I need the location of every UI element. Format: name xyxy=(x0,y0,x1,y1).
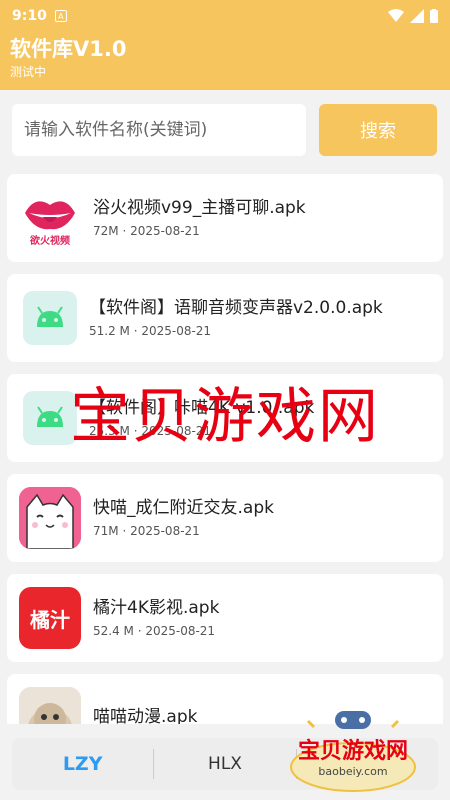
app-name: 快喵_成仁附近交友.apk xyxy=(93,498,274,518)
page-subtitle: 测试中 xyxy=(10,65,47,79)
cat-face-icon xyxy=(19,487,81,549)
search-button[interactable]: 搜索 xyxy=(319,104,437,156)
list-item[interactable]: 橘汁 橘汁4K影视.apk 52.4 M · 2025-08-21 xyxy=(7,574,443,662)
android-icon xyxy=(23,391,77,445)
app-meta: 52.4 M · 2025-08-21 xyxy=(93,624,216,638)
app-name: 橘汁4K影视.apk xyxy=(93,598,220,618)
search-input[interactable] xyxy=(12,104,306,156)
battery-icon xyxy=(430,9,438,23)
list-item[interactable]: 喵喵动漫.apk xyxy=(7,674,443,724)
app-name: 【软件阁】语聊音频变声器v2.0.0.apk xyxy=(89,298,383,318)
lips-logo-icon: 欲火视频 xyxy=(19,187,81,249)
kitten-photo-icon xyxy=(19,687,81,724)
bottom-tab-bar: LZY HLX WXT xyxy=(12,738,438,790)
list-item[interactable]: 【软件阁】咔喵4K v1.0 .apk 25.3 M · 2025-08-21 xyxy=(7,374,443,462)
tab-lzy[interactable]: LZY xyxy=(12,753,153,775)
list-item[interactable]: 快喵_成仁附近交友.apk 71M · 2025-08-21 xyxy=(7,474,443,562)
app-meta: 51.2 M · 2025-08-21 xyxy=(89,324,212,338)
app-meta: 25.3 M · 2025-08-21 xyxy=(89,424,212,438)
notification-icon: A xyxy=(54,10,67,22)
search-row: 搜索 xyxy=(0,100,450,160)
tab-wxt[interactable]: WXT xyxy=(297,754,438,774)
app-name: 喵喵动漫.apk xyxy=(93,707,198,724)
status-time: 9:10 xyxy=(12,8,47,24)
tab-hlx[interactable]: HLX xyxy=(154,754,295,774)
wifi-icon xyxy=(388,9,404,22)
android-icon xyxy=(23,291,77,345)
page-title: 软件库V1.0 xyxy=(10,37,127,61)
app-meta: 72M · 2025-08-21 xyxy=(93,224,200,238)
juzhi-logo-icon: 橘汁 xyxy=(19,587,81,649)
app-meta: 71M · 2025-08-21 xyxy=(93,524,200,538)
list-item[interactable]: 欲火视频 浴火视频v99_主播可聊.apk 72M · 2025-08-21 xyxy=(7,174,443,262)
app-bar: 软件库V1.0 测试中 xyxy=(0,32,450,90)
list-item[interactable]: 【软件阁】语聊音频变声器v2.0.0.apk 51.2 M · 2025-08-… xyxy=(7,274,443,362)
app-list[interactable]: 欲火视频 浴火视频v99_主播可聊.apk 72M · 2025-08-21 【… xyxy=(0,174,450,724)
app-name: 【软件阁】咔喵4K v1.0 .apk xyxy=(89,398,315,418)
icon-label: 橘汁 xyxy=(30,607,70,632)
icon-label: 欲火视频 xyxy=(30,236,70,247)
status-bar: 9:10 A xyxy=(0,0,450,32)
signal-icon xyxy=(410,9,424,23)
status-icons xyxy=(388,9,438,23)
app-name: 浴火视频v99_主播可聊.apk xyxy=(93,198,306,218)
